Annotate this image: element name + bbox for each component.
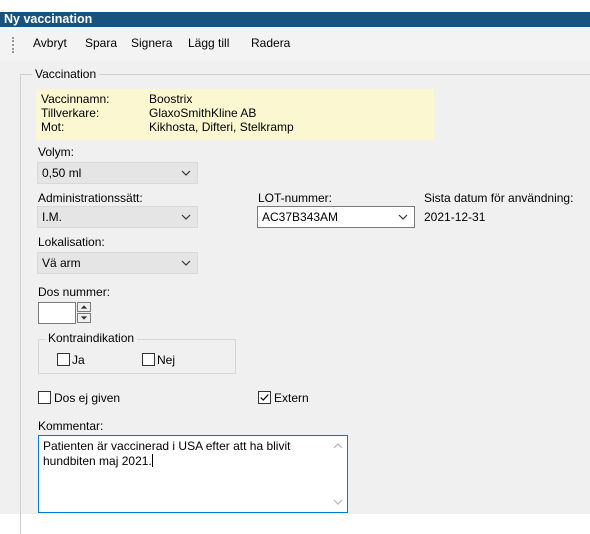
lot-value: AC37B343AM [262, 210, 339, 224]
against-key: Mot: [41, 120, 65, 134]
scroll-down-icon[interactable] [333, 498, 343, 506]
location-value: Vä arm [42, 256, 81, 270]
chevron-down-icon [181, 260, 191, 266]
manufacturer-value: GlaxoSmithKline AB [149, 106, 257, 120]
location-label: Lokalisation: [38, 235, 105, 249]
cancel-button[interactable]: Avbryt [33, 36, 67, 50]
extern-checkbox[interactable] [258, 391, 271, 404]
volume-select[interactable]: 0,50 ml [37, 162, 198, 184]
dose-number-input[interactable] [38, 302, 76, 324]
administration-select[interactable]: I.M. [37, 206, 198, 228]
chevron-down-icon [398, 214, 408, 220]
contraindication-yes-label: Ja [72, 353, 85, 367]
vaccine-name-value: Boostrix [149, 92, 193, 106]
vaccine-name-key: Vaccinnamn: [41, 92, 110, 106]
dose-number-label: Dos nummer: [38, 285, 111, 299]
delete-button[interactable]: Radera [251, 36, 290, 50]
comment-textarea[interactable]: Patienten är vaccinerad i USA efter att … [38, 435, 348, 513]
toolbar-grip-icon[interactable] [12, 37, 15, 53]
extern-label: Extern [274, 391, 309, 405]
contraindication-yes-checkbox[interactable] [57, 353, 70, 366]
save-button[interactable]: Spara [85, 36, 117, 50]
administration-label: Administrationssätt: [38, 191, 143, 205]
add-button[interactable]: Lägg till [188, 36, 229, 50]
text-caret [151, 454, 153, 467]
scroll-up-icon[interactable] [333, 442, 343, 450]
dose-not-given-label: Dos ej given [54, 391, 121, 405]
comment-label: Kommentar: [38, 419, 104, 433]
contraindication-label: Kontraindikation [45, 331, 138, 345]
volume-label: Volym: [38, 145, 75, 159]
window-title: Ny vaccination [4, 12, 93, 26]
form-area: Vaccination Vaccinnamn: Boostrix Tillver… [0, 61, 590, 534]
vaccination-group-label: Vaccination [32, 67, 100, 81]
spin-down-button[interactable] [77, 313, 91, 323]
comment-line-1: Patienten är vaccinerad i USA efter att … [43, 439, 291, 453]
expiry-label: Sista datum för användning: [424, 191, 574, 205]
toolbar: Avbryt Spara Signera Lägg till Radera [0, 27, 590, 61]
checkmark-icon [260, 394, 269, 401]
against-value: Kikhosta, Difteri, Stelkramp [149, 120, 294, 134]
expiry-value: 2021-12-31 [424, 210, 486, 224]
manufacturer-key: Tillverkare: [41, 106, 100, 120]
vaccine-info-box: Vaccinnamn: Boostrix Tillverkare: GlaxoS… [36, 89, 434, 140]
lot-label: LOT-nummer: [258, 191, 333, 205]
arrow-up-icon [80, 305, 88, 309]
contraindication-no-checkbox[interactable] [142, 353, 155, 366]
contraindication-no-label: Nej [157, 353, 176, 367]
administration-value: I.M. [42, 210, 62, 224]
arrow-down-icon [80, 316, 88, 320]
location-select[interactable]: Vä arm [37, 252, 198, 274]
window-titlebar: Ny vaccination [0, 0, 590, 27]
comment-line-2: hundbiten maj 2021. [43, 454, 152, 468]
volume-value: 0,50 ml [42, 166, 82, 180]
chevron-down-icon [181, 214, 191, 220]
dose-not-given-checkbox[interactable] [38, 391, 51, 404]
chevron-down-icon [181, 170, 191, 176]
comment-line-2-wrap: hundbiten maj 2021. [43, 454, 323, 469]
comment-text: Patienten är vaccinerad i USA efter att … [43, 439, 323, 469]
lot-select[interactable]: AC37B343AM [257, 206, 415, 228]
spin-up-button[interactable] [77, 302, 91, 312]
sign-button[interactable]: Signera [131, 36, 172, 50]
